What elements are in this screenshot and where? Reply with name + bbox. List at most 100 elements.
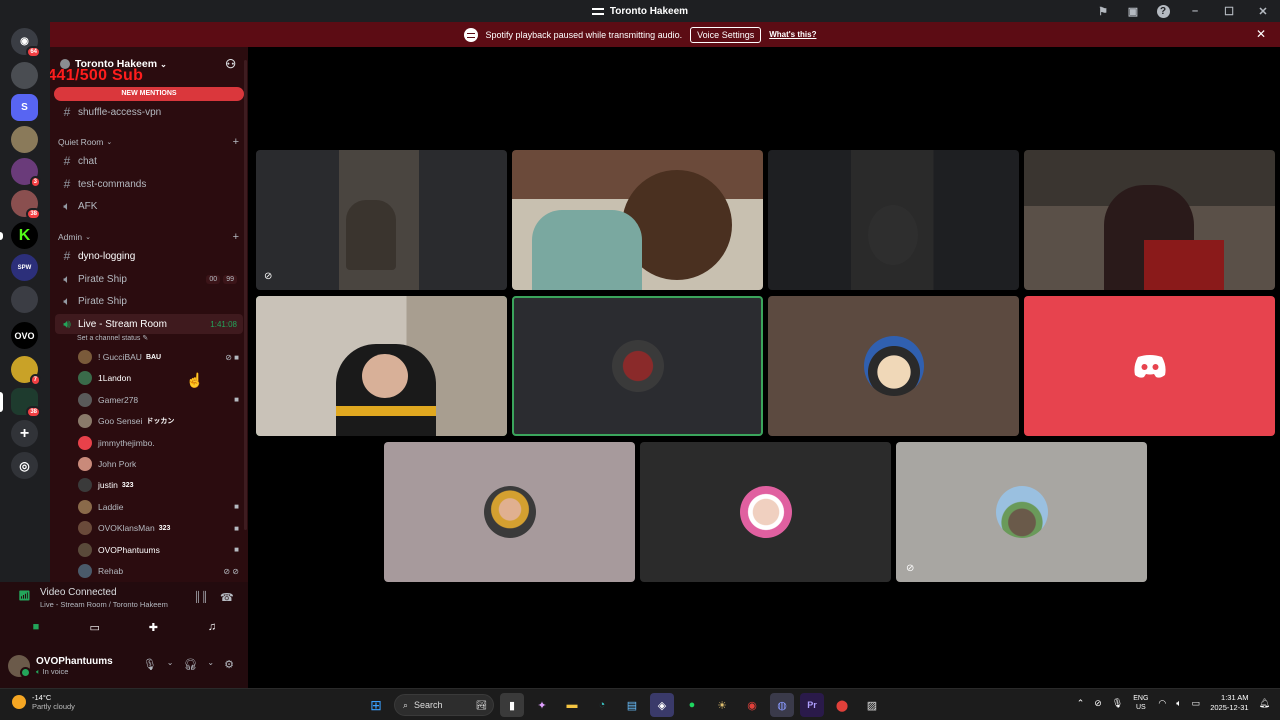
chevron-up-icon[interactable]: ⌃ <box>1077 698 1085 709</box>
chevron-down-icon[interactable]: ⌄ <box>207 658 214 671</box>
headphones-icon[interactable]: 🎧︎ <box>183 658 197 671</box>
member-row[interactable]: jimmythejimbo. <box>78 433 243 453</box>
disconnect-icon[interactable]: ☎ <box>220 591 234 604</box>
add-channel-icon[interactable]: + <box>233 231 239 243</box>
channel-live-stream-room[interactable]: 🔊︎ Live - Stream Room 1:41:08 <box>55 314 243 334</box>
channel-shuffle-access-vpn[interactable]: # shuffle-access-vpn <box>55 102 243 122</box>
category-quiet-room[interactable]: Quiet Room ⌄ + <box>58 136 243 148</box>
user-panel[interactable]: OVOPhantuums 🔈︎ In voice 🎙︎ ⌄ 🎧︎ ⌄ ⚙ <box>8 652 240 680</box>
server-1[interactable] <box>11 62 38 89</box>
avatar[interactable] <box>78 371 92 386</box>
member-row[interactable]: John Pork <box>78 454 243 474</box>
close-window-button[interactable]: ✕ <box>1246 0 1280 22</box>
minimize-button[interactable]: – <box>1178 0 1212 22</box>
microphone-icon[interactable]: 🎙︎ <box>143 658 157 671</box>
app-icon[interactable]: ⬤ <box>830 693 854 717</box>
voice-settings-button[interactable]: Voice Settings <box>690 26 762 43</box>
member-row[interactable]: 1Landon <box>78 368 243 388</box>
video-tile[interactable] <box>640 442 891 582</box>
avatar[interactable] <box>78 457 92 471</box>
video-tile[interactable] <box>768 296 1019 436</box>
chrome-icon[interactable]: ◉ <box>740 693 764 717</box>
member-row[interactable]: justin 323 <box>78 475 243 495</box>
soundboard-button[interactable]: ♫ <box>186 618 238 636</box>
add-channel-icon[interactable]: + <box>233 136 239 148</box>
weather-widget[interactable]: -14°C Partly cloudy <box>12 693 75 711</box>
avatar[interactable] <box>8 655 31 678</box>
start-icon[interactable]: ⊞ <box>364 693 388 717</box>
ovo-server[interactable]: OVO <box>11 322 38 349</box>
microphone-icon[interactable]: 🎙︎ <box>1112 698 1123 709</box>
channel-dyno-logging[interactable]: # dyno-logging <box>55 246 243 266</box>
category-admin[interactable]: Admin ⌄ + <box>58 231 243 243</box>
avatar[interactable] <box>78 392 92 407</box>
search-box[interactable]: ⌕ Search 🏞︎ <box>394 694 494 716</box>
close-icon[interactable]: ✕ <box>1256 27 1266 41</box>
member-row[interactable]: ! GucciBAU BAU ⊘ ■ <box>78 347 243 367</box>
server-3[interactable] <box>11 126 38 153</box>
maximize-button[interactable]: ☐ <box>1212 0 1246 22</box>
member-row[interactable]: OVOKlansMan 323 ■ <box>78 518 243 538</box>
activities-button[interactable]: ✚ <box>127 618 179 636</box>
channel-pirate-ship-1[interactable]: 🔈︎ Pirate Ship 00 99 <box>55 269 243 289</box>
channel-afk[interactable]: 🔈︎ AFK <box>55 196 243 216</box>
discover-button[interactable]: ◎ <box>11 452 38 479</box>
spotify-icon[interactable]: ● <box>680 693 704 717</box>
edge-icon[interactable]: ◔ <box>590 693 614 717</box>
video-tile[interactable] <box>1024 296 1275 436</box>
video-tile[interactable] <box>512 150 763 290</box>
avatar[interactable] <box>78 521 92 536</box>
volume-icon[interactable]: 🔈︎ <box>1176 698 1181 709</box>
video-tile[interactable]: ⊘ <box>256 150 507 290</box>
avatar[interactable] <box>78 564 92 578</box>
inbox-icon[interactable]: ⚑ <box>1088 0 1118 22</box>
avatar[interactable] <box>78 478 92 493</box>
notification-bell-icon[interactable]: 🔔︎ <box>1259 698 1270 709</box>
channel-pirate-ship-2[interactable]: 🔈︎ Pirate Ship <box>55 291 243 311</box>
chevron-down-icon[interactable]: ⌄ <box>167 658 174 671</box>
premiere-icon[interactable]: Pr <box>800 693 824 717</box>
server-2[interactable]: S <box>11 94 38 121</box>
help-icon[interactable]: ? <box>1148 0 1178 22</box>
avatar[interactable] <box>78 435 92 450</box>
video-tile[interactable]: ⊘ <box>896 442 1147 582</box>
add-server-button[interactable]: + <box>11 420 38 447</box>
avatar[interactable] <box>78 350 92 364</box>
camera-button[interactable]: ■ <box>10 618 62 636</box>
screenshare-button[interactable]: ▭ <box>69 618 121 636</box>
video-tile-speaking[interactable] <box>512 296 763 436</box>
invite-people-icon[interactable]: ⚇ <box>225 57 236 71</box>
channel-test-commands[interactable]: # test-commands <box>55 174 243 194</box>
avatar[interactable] <box>78 499 92 514</box>
file-explorer-icon[interactable]: ▬ <box>560 693 584 717</box>
avatar[interactable] <box>78 542 92 557</box>
notepad-icon[interactable]: ▤ <box>620 693 644 717</box>
network-off-icon[interactable]: ⊘ <box>1094 698 1102 709</box>
server-11[interactable]: 38 <box>11 388 41 418</box>
video-tile-speaking[interactable] <box>256 296 507 436</box>
whats-this-link[interactable]: What's this? <box>769 30 816 39</box>
voice-location[interactable]: Live - Stream Room / Toronto Hakeem <box>40 600 168 609</box>
new-mentions-bar[interactable]: NEW MENTIONS <box>54 87 244 101</box>
server-5[interactable]: 38 <box>11 190 41 220</box>
channel-chat[interactable]: # chat <box>55 151 243 171</box>
clock[interactable]: 1:31 AM 2025-12-31 <box>1210 693 1248 713</box>
server-4[interactable]: 3 <box>11 158 41 188</box>
discord-icon[interactable]: ◍ <box>770 693 794 717</box>
language-indicator[interactable]: ENG US <box>1133 694 1148 712</box>
app-icon[interactable]: ▨ <box>860 693 884 717</box>
voice-status[interactable]: Video Connected <box>40 587 117 598</box>
wifi-icon[interactable]: ◠ <box>1158 698 1166 709</box>
member-row[interactable]: Goo Sensei ドッカン <box>78 411 243 431</box>
channel-status[interactable]: Set a channel status ✎ <box>77 334 148 342</box>
video-tile[interactable] <box>384 442 635 582</box>
member-row[interactable]: OVOPhantuums ■ <box>78 540 243 560</box>
noise-icon[interactable]: ║║ <box>194 592 208 603</box>
video-tile[interactable] <box>768 150 1019 290</box>
app-icon[interactable]: ☀ <box>710 693 734 717</box>
sidebar-scrollbar[interactable] <box>244 60 247 530</box>
video-tile[interactable] <box>1024 150 1275 290</box>
screen-icon[interactable]: ▣ <box>1118 0 1148 22</box>
app-icon[interactable]: ◈ <box>650 693 674 717</box>
avatar[interactable] <box>78 414 92 429</box>
